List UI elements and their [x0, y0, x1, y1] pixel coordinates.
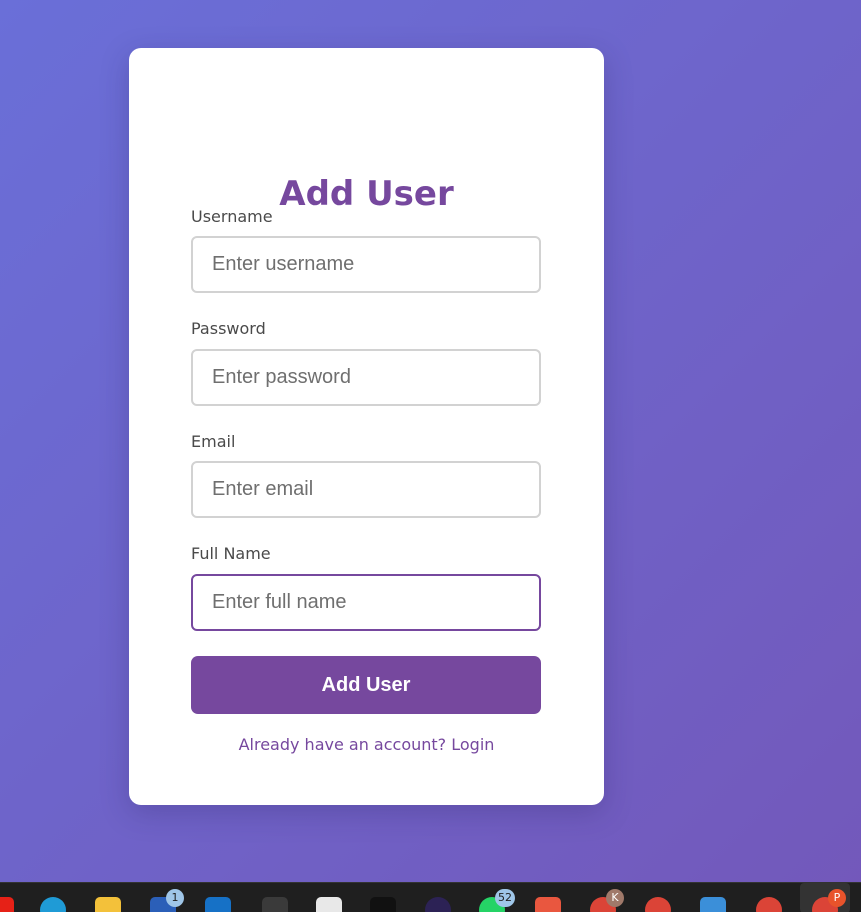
username-label: Username	[191, 207, 273, 226]
terminal-icon[interactable]	[370, 897, 396, 912]
taskbar: 1 52 K P	[0, 882, 861, 912]
app-g-icon[interactable]	[262, 897, 288, 912]
file-explorer-icon[interactable]	[95, 897, 121, 912]
notification-badge: 52	[495, 889, 515, 907]
email-input[interactable]	[191, 461, 541, 518]
remote-desktop-icon[interactable]	[700, 897, 726, 912]
email-label: Email	[191, 432, 236, 451]
add-user-card: Add User Username Password Email Full Na…	[129, 48, 604, 805]
password-input[interactable]	[191, 349, 541, 406]
full-name-input[interactable]	[191, 574, 541, 631]
username-input[interactable]	[191, 236, 541, 293]
full-name-label: Full Name	[191, 544, 271, 563]
add-user-button[interactable]: Add User	[191, 656, 541, 714]
chrome-profile-2-icon[interactable]	[756, 897, 782, 912]
store-icon[interactable]	[316, 897, 342, 912]
chrome-profile-icon[interactable]	[645, 897, 671, 912]
youtube-icon[interactable]	[0, 897, 14, 912]
outlook-icon[interactable]	[205, 897, 231, 912]
notification-badge: K	[606, 889, 624, 907]
notification-badge: 1	[166, 889, 184, 907]
eclipse-icon[interactable]	[425, 897, 451, 912]
login-link[interactable]: Already have an account? Login	[129, 734, 604, 756]
notification-badge: P	[828, 889, 846, 907]
password-label: Password	[191, 319, 266, 338]
git-icon[interactable]	[535, 897, 561, 912]
edge-icon[interactable]	[40, 897, 66, 912]
